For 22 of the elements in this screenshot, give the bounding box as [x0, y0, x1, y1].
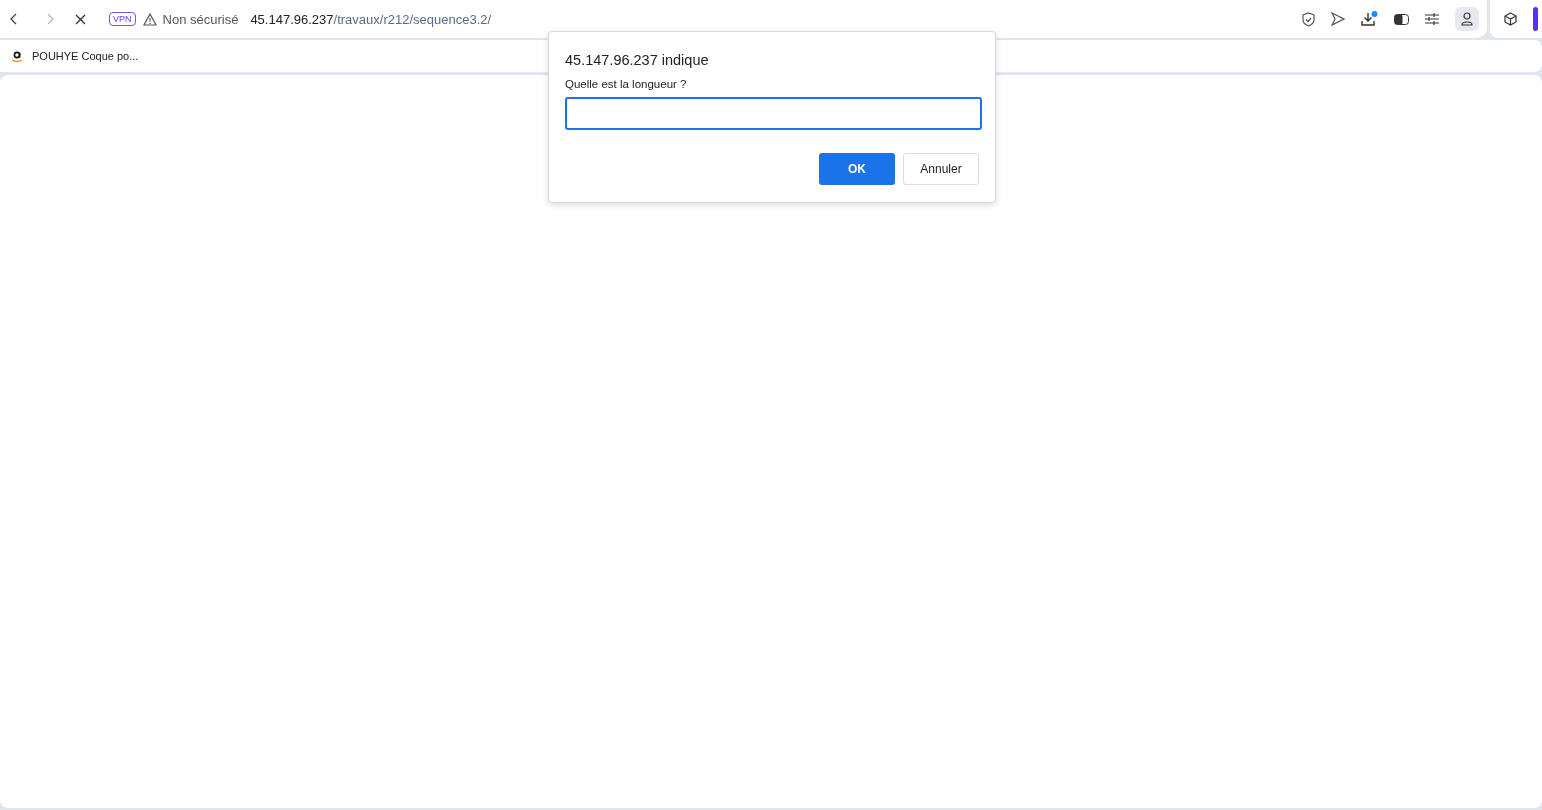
ok-button[interactable]: OK: [819, 153, 895, 185]
dialog-message: Quelle est la longueur ?: [565, 78, 688, 90]
shield-icon[interactable]: [1302, 11, 1315, 27]
security-status[interactable]: Non sécurisé: [162, 11, 239, 27]
sidebar-indicator: [1533, 7, 1538, 31]
cancel-button[interactable]: Annuler: [903, 153, 979, 185]
address-url[interactable]: 45.147.96.237/travaux/r212/sequence3.2/: [250, 11, 492, 27]
back-icon[interactable]: [10, 13, 18, 25]
stop-loading-icon[interactable]: [75, 13, 86, 25]
send-icon[interactable]: [1331, 12, 1345, 26]
warning-icon[interactable]: [142, 12, 157, 26]
profile-button[interactable]: [1455, 7, 1479, 31]
vpn-badge[interactable]: VPN: [109, 12, 136, 26]
download-icon[interactable]: [1361, 10, 1378, 28]
dialog-title: 45.147.96.237 indique: [565, 52, 710, 68]
cube-icon[interactable]: [1504, 12, 1517, 26]
bookmark-item[interactable]: POUHYE Coque po...: [10, 49, 139, 63]
favicon-icon: [10, 49, 24, 63]
contrast-icon[interactable]: [1394, 13, 1409, 25]
sliders-icon[interactable]: [1425, 13, 1439, 25]
input-field[interactable]: [565, 97, 982, 130]
person-icon: [1461, 12, 1473, 26]
